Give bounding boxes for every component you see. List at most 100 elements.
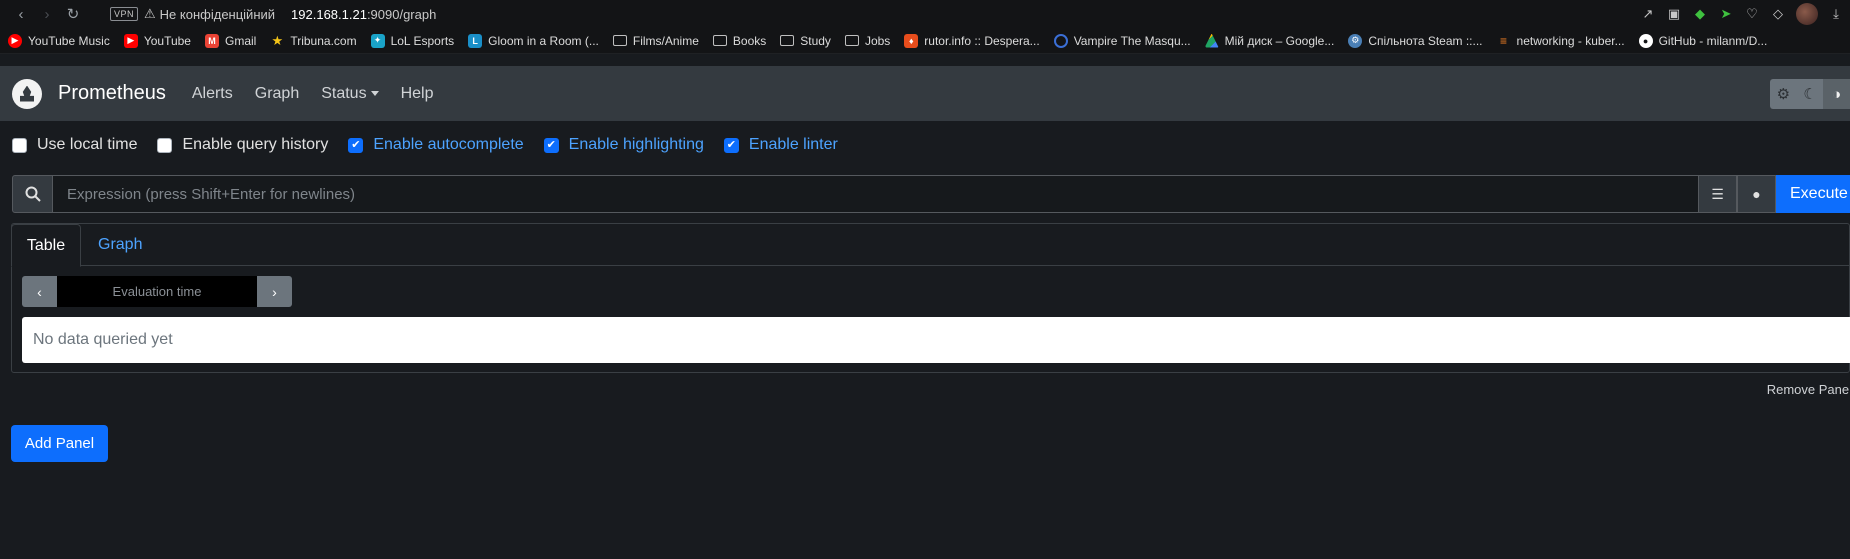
bookmark-gloom[interactable]: L Gloom in a Room (...	[468, 33, 599, 48]
shield-icon[interactable]: ◆	[1692, 6, 1708, 22]
option-enable-linter[interactable]: ✔ Enable linter	[723, 136, 838, 154]
url-path: :9090/graph	[366, 6, 437, 22]
metrics-explorer-icon[interactable]: ●	[1737, 175, 1776, 213]
forward-icon[interactable]: ›	[34, 2, 60, 26]
prometheus-navbar: Prometheus Alerts Graph Status Help ⚙ ☾ …	[0, 66, 1850, 121]
nav-alerts[interactable]: Alerts	[192, 85, 233, 103]
vpn-badge[interactable]: VPN	[110, 7, 139, 21]
not-secure-label[interactable]: Не конфіденційний	[160, 7, 275, 22]
lol-esports-icon: ✦	[370, 33, 385, 48]
checkbox[interactable]	[12, 137, 27, 153]
bookmark-label: Gmail	[224, 33, 257, 48]
bookmark-vampire[interactable]: Vampire The Masqu...	[1053, 33, 1191, 48]
heart-icon[interactable]: ♡	[1744, 6, 1760, 22]
add-panel-button[interactable]: Add Panel	[11, 425, 108, 462]
nav-graph[interactable]: Graph	[255, 85, 299, 103]
youtube-icon: ▶	[123, 33, 138, 48]
bookmark-gmail[interactable]: M Gmail	[204, 33, 257, 48]
bookmark-github[interactable]: ● GitHub - milanm/D...	[1638, 33, 1768, 48]
bookmark-tribuna[interactable]: ★ Tribuna.com	[270, 33, 357, 48]
checkbox-checked[interactable]: ✔	[348, 137, 364, 153]
bookmark-label: LoL Esports	[390, 33, 455, 48]
rutor-icon: ♦	[904, 33, 919, 48]
bookmark-lol-esports[interactable]: ✦ LoL Esports	[370, 33, 455, 48]
option-label: Enable query history	[182, 136, 329, 153]
bookmark-label: Gloom in a Room (...	[488, 33, 599, 48]
profile-avatar[interactable]	[1796, 3, 1818, 25]
camera-icon[interactable]: ▣	[1666, 6, 1682, 22]
option-label: Use local time	[37, 136, 138, 153]
bookmark-youtube-music[interactable]: ▶ YouTube Music	[8, 33, 110, 48]
browser-address-bar: ‹ › ↻ VPN ⚠ Не конфіденційний 192.168.1.…	[0, 0, 1850, 28]
no-data-message: No data queried yet	[22, 317, 1850, 363]
bookmark-rutor[interactable]: ♦ rutor.info :: Despera...	[904, 33, 1040, 48]
share-icon[interactable]: ↗	[1640, 6, 1656, 22]
bookmark-stackoverflow[interactable]: ≡ networking - kuber...	[1497, 34, 1625, 48]
query-panel: Table Graph ‹ Evaluation time › No data …	[11, 223, 1850, 373]
option-enable-highlighting[interactable]: ✔ Enable highlighting	[543, 136, 704, 154]
bookmark-label: Books	[732, 33, 767, 48]
send-icon[interactable]: ➤	[1718, 6, 1734, 22]
checkbox[interactable]	[157, 137, 173, 153]
option-enable-query-history[interactable]: Enable query history	[157, 136, 328, 154]
gmail-icon: M	[204, 33, 219, 48]
bookmark-folder-study[interactable]: Study	[780, 34, 831, 48]
bookmark-label: GitHub - milanm/D...	[1658, 33, 1768, 48]
bookmark-label: Study	[800, 33, 831, 48]
search-icon	[12, 175, 53, 213]
option-label: Enable highlighting	[568, 136, 704, 153]
checkbox-checked[interactable]: ✔	[543, 137, 559, 153]
contrast-icon[interactable]: ◑	[1823, 79, 1850, 109]
github-icon: ●	[1638, 33, 1653, 48]
bookmark-label: Tribuna.com	[290, 33, 357, 48]
bookmark-label: Jobs	[864, 33, 891, 48]
back-icon[interactable]: ‹	[8, 2, 34, 26]
moon-icon[interactable]: ☾	[1797, 79, 1824, 109]
gear-icon[interactable]: ⚙	[1770, 79, 1797, 109]
bookmark-label: Films/Anime	[632, 33, 699, 48]
download-icon[interactable]: ⤓	[1828, 6, 1844, 22]
prometheus-logo-icon[interactable]	[12, 78, 42, 109]
folder-icon	[844, 35, 859, 46]
bookmark-label: Спільнота Steam ::...	[1368, 33, 1483, 48]
bookmark-folder-jobs[interactable]: Jobs	[844, 33, 891, 48]
option-enable-autocomplete[interactable]: ✔ Enable autocomplete	[348, 136, 524, 154]
nav-help[interactable]: Help	[401, 85, 434, 103]
nav-status-label: Status	[321, 84, 367, 102]
chevron-left-icon[interactable]: ‹	[22, 276, 57, 307]
evaluation-time-group: ‹ Evaluation time ›	[22, 276, 292, 307]
tab-table[interactable]: Table	[11, 224, 81, 267]
google-drive-icon	[1204, 33, 1219, 48]
bookmark-folder-books[interactable]: Books	[712, 33, 767, 48]
cube-icon[interactable]: ◇	[1770, 6, 1786, 22]
search-circle-icon	[1053, 33, 1068, 48]
folder-icon	[780, 35, 795, 46]
bookmarks-bar: ▶ YouTube Music ▶ YouTube M Gmail ★ Tribuna.…	[0, 28, 1850, 54]
format-expression-icon[interactable]: ☰	[1698, 175, 1737, 213]
bookmark-youtube[interactable]: ▶ YouTube	[123, 33, 191, 48]
expression-row: Expression (press Shift+Enter for newlin…	[12, 175, 1850, 213]
expression-input[interactable]: Expression (press Shift+Enter for newlin…	[53, 175, 1698, 213]
chevron-down-icon	[370, 90, 379, 96]
bookmark-folder-films[interactable]: Films/Anime	[612, 33, 699, 48]
nav-status[interactable]: Status	[321, 84, 379, 103]
bookmark-google-drive[interactable]: Мій диск – Google...	[1204, 33, 1334, 48]
warning-icon[interactable]: ⚠	[144, 6, 156, 22]
option-label: Enable autocomplete	[373, 136, 524, 153]
reload-icon[interactable]: ↻	[60, 2, 86, 26]
evaluation-time-input[interactable]: Evaluation time	[57, 276, 257, 307]
url-field[interactable]: 192.168.1.21:9090/graph	[291, 7, 436, 22]
bookmark-steam[interactable]: ⚙ Спільнота Steam ::...	[1348, 33, 1483, 48]
execute-button[interactable]: Execute	[1776, 175, 1850, 213]
query-options: Use local time Enable query history ✔ Ena…	[12, 136, 858, 154]
brand-title[interactable]: Prometheus	[58, 82, 166, 105]
browser-toolbar-icons: ↗ ▣ ◆ ➤ ♡ ◇ ⤓	[1640, 0, 1844, 28]
checkbox-checked[interactable]: ✔	[723, 137, 739, 153]
folder-icon	[712, 35, 727, 46]
chevron-right-icon[interactable]: ›	[257, 276, 292, 307]
remove-panel-link[interactable]: Remove Panel	[1767, 382, 1850, 397]
option-use-local-time[interactable]: Use local time	[12, 136, 137, 154]
tab-graph[interactable]: Graph	[98, 224, 142, 266]
bookmark-label: YouTube Music	[28, 33, 110, 48]
steam-icon: ⚙	[1348, 33, 1363, 48]
